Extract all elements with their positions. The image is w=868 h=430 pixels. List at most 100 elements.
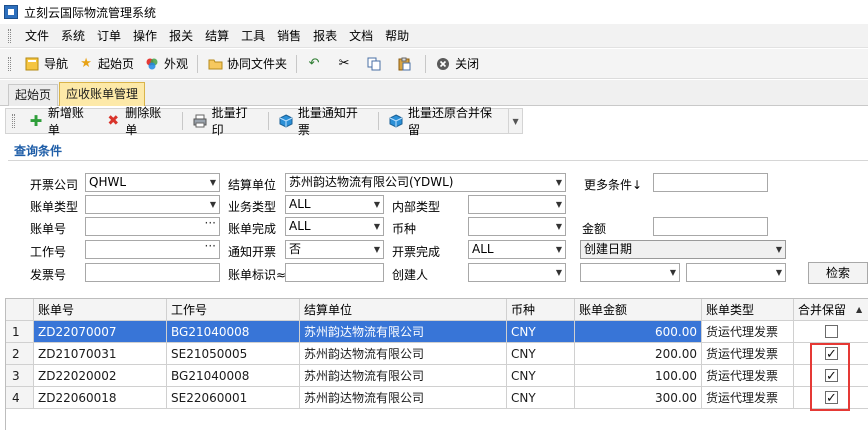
menu-customs[interactable]: 报关 <box>163 27 199 44</box>
bill-no-input[interactable]: ··· <box>85 217 220 236</box>
cell-work-no[interactable]: SE21050005 <box>167 343 300 365</box>
delete-bill-button[interactable]: ✖ 删除账单 <box>100 106 177 137</box>
bill-type-select[interactable]: ▼ <box>85 195 220 214</box>
cell-bill-no[interactable]: ZD22060018 <box>34 387 167 409</box>
shared-folder-button[interactable]: 协同文件夹 <box>202 53 292 75</box>
cell-settle-unit[interactable]: 苏州韵达物流有限公司 <box>300 365 507 387</box>
invoice-done-select[interactable]: ALL ▼ <box>468 240 566 259</box>
cell-bill-type[interactable]: 货运代理发票 <box>702 343 794 365</box>
chevron-down-icon: ▼ <box>555 245 562 254</box>
add-bill-button[interactable]: ✚ 新增账单 <box>23 106 100 137</box>
start-page-button[interactable]: ★ 起始页 <box>73 53 139 75</box>
search-button[interactable]: 检索 <box>808 262 868 284</box>
appearance-button[interactable]: 外观 <box>139 53 193 75</box>
back-button[interactable]: ↶ <box>301 53 331 75</box>
more-conditions-toggle[interactable]: 更多条件↓ <box>584 176 642 193</box>
chevron-down-icon: ▼ <box>555 268 562 277</box>
invoice-no-input[interactable] <box>85 263 220 282</box>
star-icon: ★ <box>80 56 92 71</box>
cell-bill-no[interactable]: ZD21070031 <box>34 343 167 365</box>
menu-system[interactable]: 系统 <box>55 27 91 44</box>
nav-button[interactable]: 导航 <box>19 53 73 75</box>
col-header-currency[interactable]: 币种 <box>507 299 575 321</box>
bill-mark-input[interactable] <box>285 263 384 282</box>
settle-unit-select[interactable]: 苏州韵达物流有限公司(YDWL) ▼ <box>285 173 566 192</box>
col-header-bill-no[interactable]: 账单号 <box>34 299 167 321</box>
row-number[interactable]: 2 <box>6 343 34 365</box>
toolbar-overflow-dropdown[interactable]: ▼ <box>508 109 522 133</box>
cell-bill-no[interactable]: ZD22070007 <box>34 321 167 343</box>
cell-merge-keep[interactable] <box>794 321 868 343</box>
col-header-bill-type[interactable]: 账单类型 <box>702 299 794 321</box>
ellipsis-icon[interactable]: ··· <box>205 218 216 232</box>
cell-work-no[interactable]: SE22060001 <box>167 387 300 409</box>
menu-documents[interactable]: 文档 <box>343 27 379 44</box>
notify-invoice-select[interactable]: 否 ▼ <box>285 240 384 259</box>
cell-amount[interactable]: 100.00 <box>575 365 702 387</box>
cell-currency[interactable]: CNY <box>507 387 575 409</box>
paste-button[interactable] <box>391 53 421 75</box>
menu-file[interactable]: 文件 <box>19 27 55 44</box>
cell-amount[interactable]: 300.00 <box>575 387 702 409</box>
close-button[interactable]: 关闭 <box>430 53 484 75</box>
more-conditions-input[interactable] <box>653 173 768 192</box>
cell-work-no[interactable]: BG21040008 <box>167 321 300 343</box>
action-grip-handle[interactable] <box>12 114 15 128</box>
cell-bill-type[interactable]: 货运代理发票 <box>702 321 794 343</box>
col-header-amount[interactable]: 账单金额 <box>575 299 702 321</box>
cell-settle-unit[interactable]: 苏州韵达物流有限公司 <box>300 321 507 343</box>
chevron-down-icon: ▼ <box>669 268 676 277</box>
menu-settlement[interactable]: 结算 <box>199 27 235 44</box>
batch-print-button[interactable]: 批量打印 <box>187 106 264 137</box>
cell-bill-no[interactable]: ZD22020002 <box>34 365 167 387</box>
copy-button[interactable] <box>361 53 391 75</box>
menu-grip-handle[interactable] <box>8 28 11 43</box>
currency-select[interactable]: ▼ <box>468 217 566 236</box>
menu-sales[interactable]: 销售 <box>271 27 307 44</box>
close-icon <box>435 56 451 72</box>
date-to-picker[interactable]: ▼ <box>686 263 786 282</box>
menu-reports[interactable]: 报表 <box>307 27 343 44</box>
cell-currency[interactable]: CNY <box>507 321 575 343</box>
menu-help[interactable]: 帮助 <box>379 27 415 44</box>
chevron-down-icon: ▼ <box>209 178 216 187</box>
cell-work-no[interactable]: BG21040008 <box>167 365 300 387</box>
cell-amount[interactable]: 600.00 <box>575 321 702 343</box>
cell-currency[interactable]: CNY <box>507 343 575 365</box>
date-type-value: 创建日期 <box>584 242 633 256</box>
date-type-select[interactable]: 创建日期 ▼ <box>580 240 786 259</box>
row-number[interactable]: 4 <box>6 387 34 409</box>
menu-tools[interactable]: 工具 <box>235 27 271 44</box>
batch-notify-invoice-button[interactable]: 批量通知开票 <box>273 106 374 137</box>
internal-type-select[interactable]: ▼ <box>468 195 566 214</box>
sort-ascending-icon[interactable]: ▲ <box>856 305 862 314</box>
batch-restore-merge-button[interactable]: 批量还原合并保留 <box>383 106 508 137</box>
date-from-picker[interactable]: ▼ <box>580 263 680 282</box>
menu-operation[interactable]: 操作 <box>127 27 163 44</box>
col-header-settle-unit[interactable]: 结算单位 <box>300 299 507 321</box>
cell-bill-type[interactable]: 货运代理发票 <box>702 387 794 409</box>
cut-button[interactable]: ✂ <box>331 53 361 75</box>
invoice-company-select[interactable]: QHWL ▼ <box>85 173 220 192</box>
bill-done-select[interactable]: ALL ▼ <box>285 217 384 236</box>
merge-keep-checkbox[interactable] <box>825 325 838 338</box>
creator-select[interactable]: ▼ <box>468 263 566 282</box>
action-separator <box>268 112 270 130</box>
toolbar-grip-handle[interactable] <box>8 56 11 71</box>
biz-type-select[interactable]: ALL ▼ <box>285 195 384 214</box>
cell-bill-type[interactable]: 货运代理发票 <box>702 365 794 387</box>
col-header-work-no[interactable]: 工作号 <box>167 299 300 321</box>
tab-receivable-bill-management[interactable]: 应收账单管理 <box>59 82 146 106</box>
cell-currency[interactable]: CNY <box>507 365 575 387</box>
tab-start-page[interactable]: 起始页 <box>8 84 59 106</box>
row-number[interactable]: 1 <box>6 321 34 343</box>
cell-settle-unit[interactable]: 苏州韵达物流有限公司 <box>300 343 507 365</box>
cell-amount[interactable]: 200.00 <box>575 343 702 365</box>
work-no-input[interactable]: ··· <box>85 240 220 259</box>
menu-order[interactable]: 订单 <box>91 27 127 44</box>
ellipsis-icon[interactable]: ··· <box>205 241 216 255</box>
amount-input[interactable] <box>653 217 768 236</box>
cell-settle-unit[interactable]: 苏州韵达物流有限公司 <box>300 387 507 409</box>
batch-notify-invoice-label: 批量通知开票 <box>297 106 358 137</box>
row-number[interactable]: 3 <box>6 365 34 387</box>
